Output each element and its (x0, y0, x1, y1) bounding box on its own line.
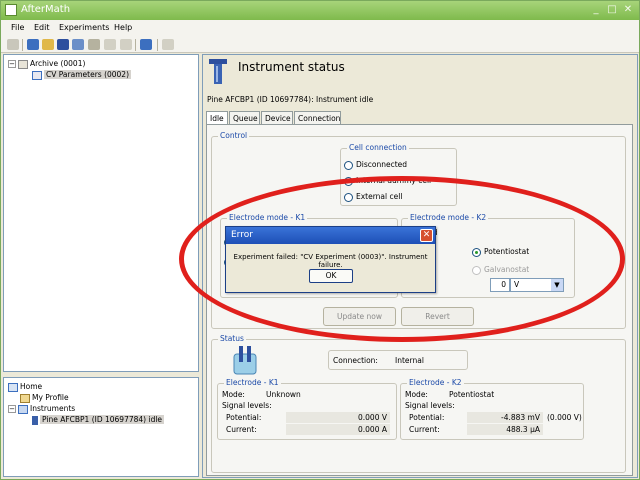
toolbar (1, 37, 639, 53)
profile-icon (20, 393, 30, 403)
connection-box: Connection: Internal (328, 350, 468, 370)
app-icon (5, 4, 17, 16)
electrode-k1-status: Electrode - K1 Mode: Unknown Signal leve… (217, 378, 397, 440)
toolbar-separator (135, 39, 136, 51)
k1-mode-label: Mode: (222, 390, 245, 399)
tree-item-archive[interactable]: − Archive (0001) (8, 58, 85, 69)
electrode-k1-label: Electrode - K1 (224, 378, 281, 387)
k1-signal-levels-label: Signal levels: (222, 401, 272, 410)
k1-potential-label: Potential: (226, 413, 262, 422)
tree-item-home[interactable]: Home (8, 381, 42, 392)
tree-item-instrument[interactable]: Pine AFCBP1 (ID 10697784) idle (32, 414, 165, 425)
toolbar-separator (22, 39, 23, 51)
parameters-icon (32, 70, 42, 80)
radio-disconnected[interactable]: Disconnected (344, 159, 407, 171)
k1-mode-value: Unknown (266, 390, 301, 399)
k2-potential-value: -4.883 mV (467, 412, 543, 423)
electrode-k2-label: Electrode - K2 (407, 378, 464, 387)
tree-item-cv-parameters[interactable]: CV Parameters (0002) (32, 69, 132, 80)
radio-icon (344, 160, 353, 170)
help-icon[interactable] (162, 39, 174, 50)
window-title: AfterMath (21, 4, 71, 15)
tab-connection[interactable]: Connection (294, 111, 341, 125)
menu-help[interactable]: Help (114, 23, 132, 32)
instrument-icon (32, 415, 38, 425)
archive-icon (18, 59, 28, 69)
k2-mode-label: Mode: (405, 390, 428, 399)
status-group: Status Connection: Internal Electrode - … (211, 334, 626, 473)
k1-current-value: 0.000 A (286, 424, 390, 435)
maximize-icon[interactable]: □ (605, 3, 619, 17)
copy-icon[interactable] (104, 39, 116, 50)
electrode-k2-status: Electrode - K2 Mode: Potentiostat Signal… (400, 378, 584, 440)
toolbar-separator (157, 39, 158, 51)
open-folder-icon[interactable] (42, 39, 54, 50)
k1-potential-value: 0.000 V (286, 412, 390, 423)
menu-edit[interactable]: Edit (34, 23, 50, 32)
paste-icon[interactable] (120, 39, 132, 50)
connection-value: Internal (395, 356, 424, 365)
highlight-ring (179, 176, 625, 342)
archive-tree: − Archive (0001) CV Parameters (0002) (3, 54, 199, 372)
instrument-icon (209, 59, 227, 84)
page-title: Instrument status (238, 60, 345, 74)
electrochemical-cell-icon (233, 346, 257, 375)
print-icon[interactable] (72, 39, 84, 50)
app-window: AfterMath _ □ ✕ File Edit Experiments He… (0, 0, 640, 480)
tree-item-my-profile[interactable]: My Profile (20, 392, 69, 403)
home-icon (8, 382, 18, 392)
tree-item-label: Archive (0001) (30, 59, 86, 68)
k2-current-label: Current: (409, 425, 440, 434)
k2-signal-levels-label: Signal levels: (405, 401, 455, 410)
menu-experiments[interactable]: Experiments (59, 23, 109, 32)
collapse-icon[interactable]: − (8, 405, 16, 413)
title-bar: AfterMath _ □ ✕ (1, 1, 639, 20)
cell-connection-label: Cell connection (347, 143, 409, 152)
instruments-icon (18, 404, 28, 414)
minimize-icon[interactable]: _ (589, 3, 603, 17)
tree-item-label: Instruments (30, 404, 76, 413)
settings-icon[interactable] (140, 39, 152, 50)
tree-item-instruments[interactable]: − Instruments (8, 403, 75, 414)
k2-potential-raw: (0.000 V) (547, 413, 582, 422)
cut-icon[interactable] (88, 39, 100, 50)
close-icon[interactable]: ✕ (621, 3, 635, 17)
tree-item-label: My Profile (32, 393, 69, 402)
connection-label: Connection: (333, 356, 378, 365)
tree-item-label: Home (20, 382, 43, 391)
k2-mode-value: Potentiostat (449, 390, 495, 399)
control-label: Control (218, 131, 250, 140)
new-icon[interactable] (27, 39, 39, 50)
tree-item-label: Pine AFCBP1 (ID 10697784) idle (40, 415, 165, 424)
menu-bar: File Edit Experiments Help (1, 20, 639, 37)
collapse-icon[interactable]: − (8, 60, 16, 68)
save-icon[interactable] (57, 39, 69, 50)
navigation-tree: Home My Profile − Instruments Pine AFCBP1… (3, 377, 199, 477)
menu-file[interactable]: File (11, 23, 24, 32)
tab-queue[interactable]: Queue (229, 111, 260, 125)
tree-item-label: CV Parameters (0002) (44, 70, 132, 79)
k1-current-label: Current: (226, 425, 257, 434)
k2-current-value: 488.3 µA (467, 424, 543, 435)
radio-label: Disconnected (356, 160, 408, 169)
status-label: Status (218, 334, 246, 343)
k2-potential-label: Potential: (409, 413, 445, 422)
instrument-status-line: Pine AFCBP1 (ID 10697784): Instrument id… (207, 95, 374, 104)
tab-device[interactable]: Device (261, 111, 293, 125)
back-icon[interactable] (7, 39, 19, 50)
